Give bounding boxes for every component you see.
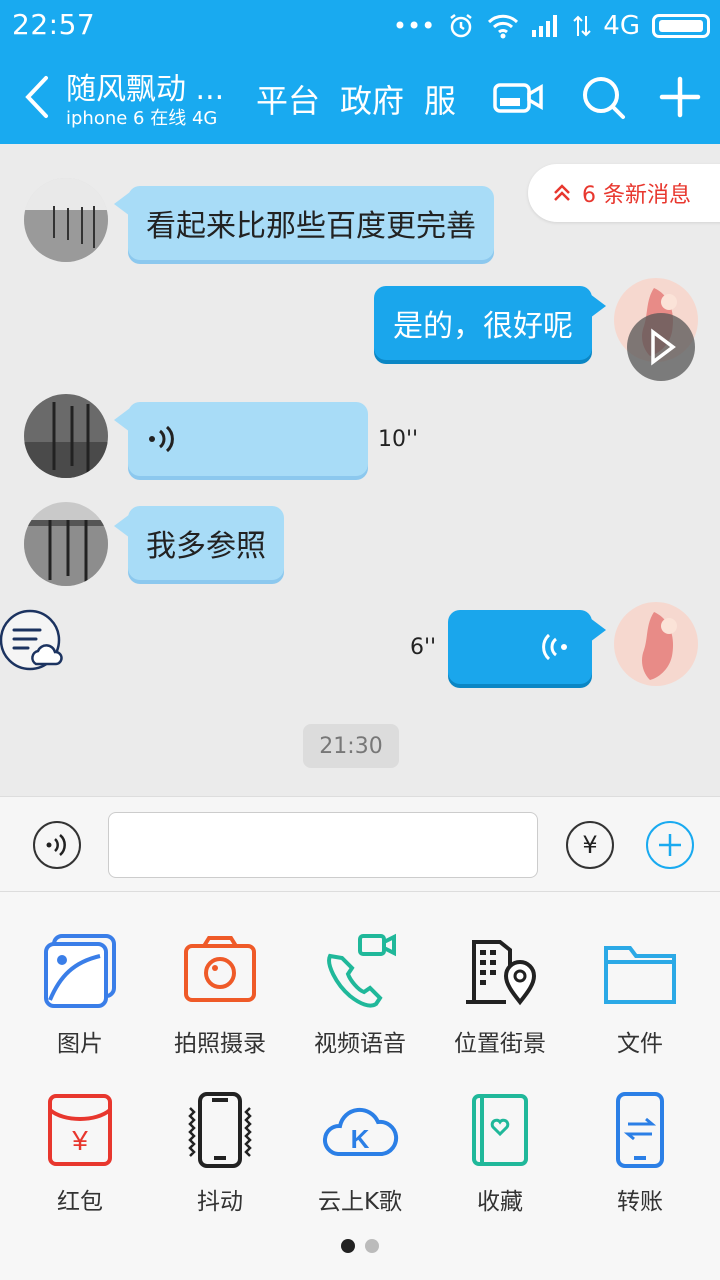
message-bubble[interactable]: 看起来比那些百度更完善 xyxy=(128,186,494,260)
favorites-icon xyxy=(472,1094,528,1166)
panel-item-camera[interactable]: 拍照摄录 xyxy=(148,932,292,1082)
voice-message[interactable] xyxy=(448,610,592,684)
message-text: 是的，很好呢 xyxy=(393,309,573,344)
red-packet-icon: ¥ xyxy=(48,1094,112,1166)
plus-icon[interactable] xyxy=(652,70,708,124)
panel-item-location[interactable]: 位置街景 xyxy=(428,932,572,1082)
panel-item-karaoke[interactable]: K 云上K歌 xyxy=(288,1090,432,1240)
more-button[interactable] xyxy=(646,821,694,869)
voice-wave-icon xyxy=(542,633,567,661)
extension-panel: 图片 拍照摄录 视频语音 位置街景 文件 ¥ 红包 抖动 K 云上K歌 收藏 转… xyxy=(0,892,720,1280)
panel-item-shake[interactable]: 抖动 xyxy=(148,1090,292,1240)
voice-duration: 6'' xyxy=(410,635,437,660)
panel-item-label: 视频语音 xyxy=(314,1031,406,1057)
alarm-icon xyxy=(450,14,473,38)
panel-item-red-packet[interactable]: ¥ 红包 xyxy=(8,1090,152,1240)
message-bubble[interactable]: 是的，很好呢 xyxy=(374,286,592,360)
voice-icon xyxy=(46,834,66,856)
panel-item-transfer[interactable]: 转账 xyxy=(568,1090,712,1240)
panel-item-label: 红包 xyxy=(57,1189,103,1215)
new-messages-label: 6 条新消息 xyxy=(582,183,691,208)
panel-item-label: 云上K歌 xyxy=(317,1189,403,1215)
status-icons: ••• 4G xyxy=(393,6,710,46)
video-phone-icon xyxy=(327,933,396,1008)
double-up-arrow-icon xyxy=(554,184,570,201)
chat-timestamp: 21:30 xyxy=(303,724,399,768)
message-bubble[interactable]: 我多参照 xyxy=(128,506,284,580)
battery-icon xyxy=(652,14,710,38)
panel-item-label: 转账 xyxy=(617,1189,663,1215)
panel-item-file[interactable]: 文件 xyxy=(568,932,712,1082)
panel-item-label: 位置街景 xyxy=(454,1031,546,1057)
tab-service[interactable]: 服 xyxy=(424,82,456,120)
wifi-icon xyxy=(488,14,519,39)
chat-header: 随风飘动 ... iphone 6 在线 4G 平台 政府服 xyxy=(0,50,720,144)
panel-item-favorites[interactable]: 收藏 xyxy=(428,1090,572,1240)
play-video-icon[interactable] xyxy=(626,312,696,382)
panel-item-label: 收藏 xyxy=(477,1189,523,1215)
page-indicator-dot[interactable] xyxy=(365,1239,379,1253)
avatar[interactable] xyxy=(24,178,108,262)
panel-item-label: 图片 xyxy=(57,1031,103,1057)
tab-platform[interactable]: 平台 xyxy=(256,82,320,120)
transfer-icon xyxy=(616,1092,664,1168)
status-bar: 22:57 ••• 4G xyxy=(0,0,720,50)
chat-area: 6 条新消息 看起来比那些百度更完善 是的，很好呢 10'' 我多参照 6'' xyxy=(0,144,720,796)
voice-message[interactable] xyxy=(128,402,368,476)
voice-duration: 10'' xyxy=(378,427,419,452)
page-indicator-dot-active[interactable] xyxy=(341,1239,355,1253)
camera-icon xyxy=(184,936,256,1002)
message-text: 看起来比那些百度更完善 xyxy=(146,209,476,244)
data-arrows-icon xyxy=(573,15,592,37)
panel-item-picture[interactable]: 图片 xyxy=(8,932,152,1082)
picture-icon xyxy=(44,934,116,1008)
cloud-karaoke-icon: K xyxy=(322,1107,399,1156)
tab-government[interactable]: 政府 xyxy=(340,82,404,120)
panel-item-video-voice[interactable]: 视频语音 xyxy=(288,932,432,1082)
panel-item-label: 文件 xyxy=(617,1031,663,1057)
network-type: 4G xyxy=(603,11,640,41)
avatar[interactable] xyxy=(24,394,108,478)
video-call-icon[interactable] xyxy=(490,70,546,124)
panel-item-label: 抖动 xyxy=(197,1189,243,1215)
contact-status: iphone 6 在线 4G xyxy=(66,108,218,129)
folder-icon xyxy=(604,946,676,1004)
assistant-cloud-icon[interactable] xyxy=(0,606,64,672)
contact-name[interactable]: 随风飘动 ... xyxy=(66,64,224,108)
message-input[interactable] xyxy=(108,812,538,878)
avatar[interactable] xyxy=(614,602,698,686)
signal-icon xyxy=(532,15,558,37)
voice-input-button[interactable] xyxy=(33,821,81,869)
input-bar: ¥ xyxy=(0,796,720,892)
add-icon xyxy=(659,834,681,856)
status-time: 22:57 xyxy=(12,8,96,41)
shake-icon xyxy=(188,1092,252,1168)
avatar[interactable] xyxy=(24,502,108,586)
more-dots-icon: ••• xyxy=(392,12,436,40)
new-messages-badge[interactable]: 6 条新消息 xyxy=(528,164,720,222)
search-icon[interactable] xyxy=(576,70,632,124)
yen-icon: ¥ xyxy=(582,831,598,859)
svg-text:K: K xyxy=(351,1124,370,1154)
panel-item-label: 拍照摄录 xyxy=(174,1031,266,1057)
message-text: 我多参照 xyxy=(146,529,266,564)
red-packet-button[interactable]: ¥ xyxy=(566,821,614,869)
location-icon xyxy=(466,940,537,1006)
svg-text:¥: ¥ xyxy=(71,1125,88,1156)
back-icon[interactable] xyxy=(18,72,58,122)
header-tabs: 平台 政府服 xyxy=(256,76,460,120)
voice-wave-icon xyxy=(149,425,174,453)
